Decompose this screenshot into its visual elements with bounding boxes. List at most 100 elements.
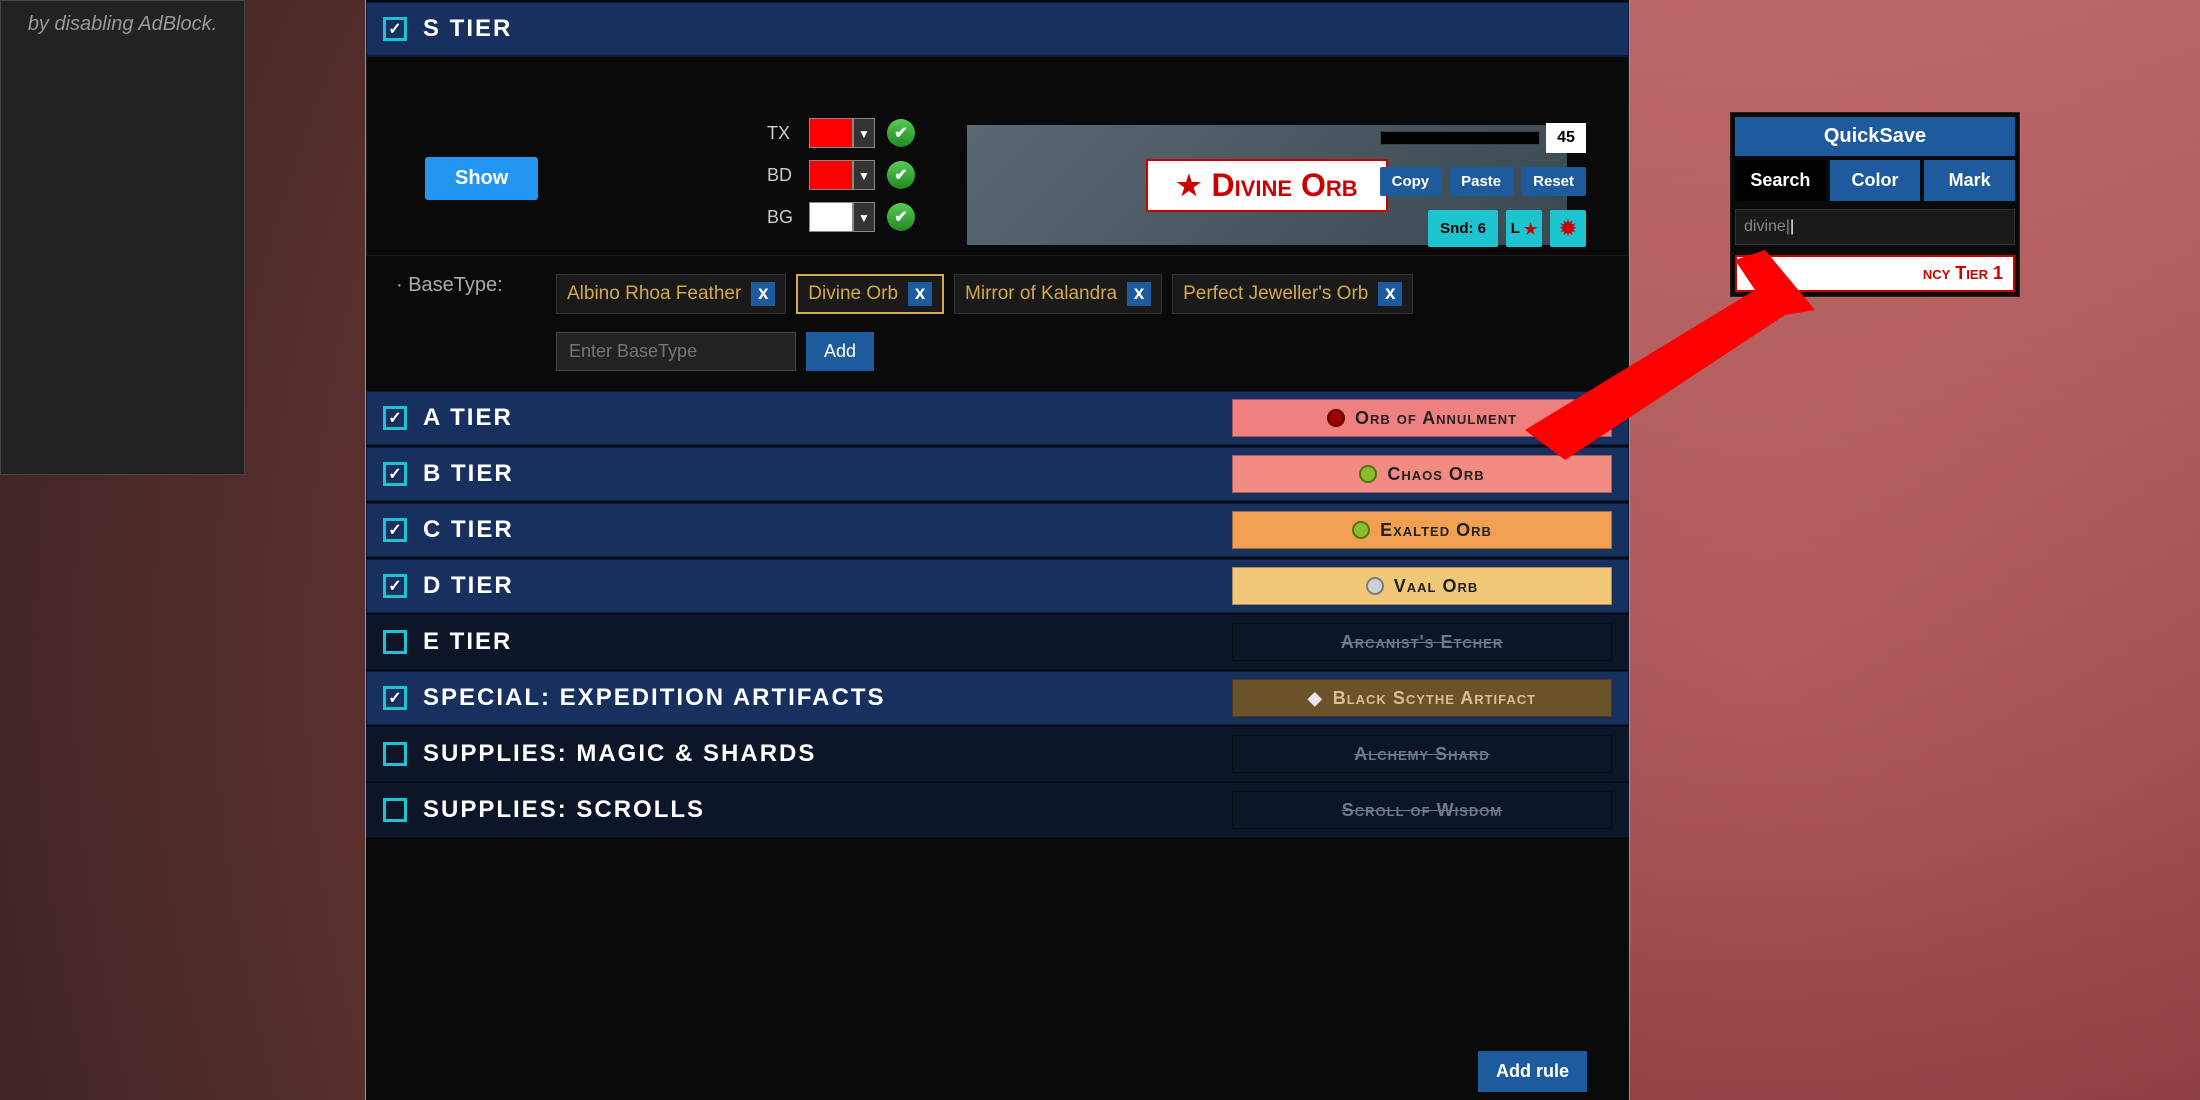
basetype-label: · BaseType:: [396, 274, 536, 297]
tier-header[interactable]: D TIER Vaal Orb: [366, 559, 1629, 613]
l-star-button[interactable]: L★: [1506, 210, 1542, 247]
chip-item-name: Vaal Orb: [1394, 576, 1479, 597]
tier-checkbox[interactable]: [383, 798, 407, 822]
search-result[interactable]: ncy Tier 1: [1735, 255, 2015, 292]
tier-checkbox[interactable]: [383, 574, 407, 598]
tier-preview-chip[interactable]: Exalted Orb: [1232, 511, 1612, 549]
basetype-tag[interactable]: Albino Rhoa Feather x: [556, 274, 786, 314]
chip-item-name: Black Scythe Artifact: [1333, 688, 1536, 709]
tier-row: E TIER Arcanist's Etcher: [366, 615, 1629, 669]
basetype-tag[interactable]: Perfect Jeweller's Orb x: [1172, 274, 1413, 314]
tier-s-header[interactable]: S TIER: [366, 2, 1629, 56]
remove-tag-button[interactable]: x: [1378, 282, 1402, 306]
tier-header[interactable]: SUPPLIES: MAGIC & SHARDS Alchemy Shard: [366, 727, 1629, 781]
basetype-tag[interactable]: Divine Orb x: [796, 274, 944, 314]
tier-header[interactable]: E TIER Arcanist's Etcher: [366, 615, 1629, 669]
color-swatch[interactable]: [809, 202, 853, 232]
tier-header[interactable]: SUPPLIES: SCROLLS Scroll of Wisdom: [366, 783, 1629, 837]
tab-search[interactable]: Search: [1735, 160, 1826, 201]
chip-item-name: Chaos Orb: [1387, 464, 1484, 485]
tab-mark[interactable]: Mark: [1924, 160, 2015, 201]
tier-header[interactable]: C TIER Exalted Orb: [366, 503, 1629, 557]
tab-color[interactable]: Color: [1830, 160, 1921, 201]
circle-star-button[interactable]: ✹: [1550, 210, 1586, 247]
remove-tag-button[interactable]: x: [751, 282, 775, 306]
star-icon: ★: [1176, 169, 1201, 202]
color-swatch[interactable]: [809, 118, 853, 148]
confirm-icon[interactable]: ✔: [887, 161, 915, 189]
adblock-notice: by disabling AdBlock.: [0, 0, 245, 475]
tier-label: C TIER: [423, 516, 1232, 544]
chevron-down-icon[interactable]: ▼: [853, 118, 875, 148]
chevron-down-icon[interactable]: ▼: [853, 202, 875, 232]
tier-preview-chip[interactable]: Orb of Annulment: [1232, 399, 1612, 437]
orb-icon: [1352, 521, 1370, 539]
quicksave-panel: QuickSave Search Color Mark divine| ncy …: [1730, 112, 2020, 297]
chip-item-name: Scroll of Wisdom: [1342, 800, 1502, 821]
chevron-down-icon[interactable]: ▼: [853, 160, 875, 190]
adblock-text: by disabling AdBlock.: [28, 13, 217, 35]
chip-item-name: Alchemy Shard: [1354, 744, 1489, 765]
tier-preview-chip[interactable]: Arcanist's Etcher: [1232, 623, 1612, 661]
tier-row: D TIER Vaal Orb: [366, 559, 1629, 613]
reset-button[interactable]: Reset: [1521, 167, 1586, 196]
filter-editor-panel: S TIER Show TX ▼ ✔ BD ▼ ✔ BG ▼ ✔: [365, 0, 1630, 1100]
show-button[interactable]: Show: [425, 157, 538, 200]
size-slider[interactable]: [1380, 131, 1540, 145]
tier-preview-chip[interactable]: ◆ Black Scythe Artifact: [1232, 679, 1612, 717]
star-icon: ★: [1524, 220, 1537, 238]
tier-checkbox[interactable]: [383, 518, 407, 542]
tier-row: SUPPLIES: SCROLLS Scroll of Wisdom: [366, 783, 1629, 837]
tier-row: B TIER Chaos Orb: [366, 447, 1629, 501]
tier-label: D TIER: [423, 572, 1232, 600]
tier-s-checkbox[interactable]: [383, 17, 407, 41]
color-swatch[interactable]: [809, 160, 853, 190]
remove-tag-button[interactable]: x: [1127, 282, 1151, 306]
tier-preview-chip[interactable]: Scroll of Wisdom: [1232, 791, 1612, 829]
color-row-tx: TX ▼ ✔: [767, 115, 915, 151]
tier-preview-chip[interactable]: Alchemy Shard: [1232, 735, 1612, 773]
add-basetype-button[interactable]: Add: [806, 332, 874, 371]
size-slider-row: 45: [1380, 123, 1586, 153]
chip-item-name: Arcanist's Etcher: [1341, 632, 1504, 653]
tier-label: SPECIAL: EXPEDITION ARTIFACTS: [423, 684, 1232, 712]
orb-icon: [1359, 465, 1377, 483]
tier-checkbox[interactable]: [383, 462, 407, 486]
copy-button[interactable]: Copy: [1380, 167, 1442, 196]
tier-preview-chip[interactable]: Chaos Orb: [1232, 455, 1612, 493]
confirm-icon[interactable]: ✔: [887, 203, 915, 231]
color-label: TX: [767, 123, 801, 144]
tier-preview-chip[interactable]: Vaal Orb: [1232, 567, 1612, 605]
preview-text: Divine Orb: [1211, 167, 1357, 204]
tier-label: SUPPLIES: MAGIC & SHARDS: [423, 740, 1232, 768]
tag-text: Mirror of Kalandra: [965, 283, 1117, 305]
basetype-input[interactable]: [556, 332, 796, 371]
tier-header[interactable]: SPECIAL: EXPEDITION ARTIFACTS ◆ Black Scy…: [366, 671, 1629, 725]
color-controls: TX ▼ ✔ BD ▼ ✔ BG ▼ ✔: [767, 115, 915, 241]
preview-divine-label: ★ Divine Orb: [1146, 159, 1387, 212]
orb-icon: [1327, 409, 1345, 427]
tier-checkbox[interactable]: [383, 742, 407, 766]
tier-label: A TIER: [423, 404, 1232, 432]
remove-tag-button[interactable]: x: [908, 282, 932, 306]
tier-row: C TIER Exalted Orb: [366, 503, 1629, 557]
tier-checkbox[interactable]: [383, 686, 407, 710]
search-input[interactable]: divine|: [1735, 209, 2015, 245]
tier-checkbox[interactable]: [383, 630, 407, 654]
tier-checkbox[interactable]: [383, 406, 407, 430]
tier-header[interactable]: A TIER Orb of Annulment: [366, 391, 1629, 445]
tier-header[interactable]: B TIER Chaos Orb: [366, 447, 1629, 501]
diamond-icon: ◆: [1308, 688, 1323, 709]
add-rule-button[interactable]: Add rule: [1478, 1051, 1587, 1092]
tier-s-section: S TIER Show TX ▼ ✔ BD ▼ ✔ BG ▼ ✔: [366, 2, 1629, 389]
sound-button[interactable]: Snd: 6: [1428, 210, 1498, 247]
size-value[interactable]: 45: [1546, 123, 1586, 153]
quicksave-title[interactable]: QuickSave: [1735, 117, 2015, 156]
tier-row: A TIER Orb of Annulment: [366, 391, 1629, 445]
confirm-icon[interactable]: ✔: [887, 119, 915, 147]
paste-button[interactable]: Paste: [1449, 167, 1513, 196]
tier-label: SUPPLIES: SCROLLS: [423, 796, 1232, 824]
basetype-tag[interactable]: Mirror of Kalandra x: [954, 274, 1162, 314]
right-controls: 45 Copy Paste Reset Snd: 6 L★ ✹: [1380, 123, 1586, 247]
tag-text: Divine Orb: [808, 283, 898, 305]
